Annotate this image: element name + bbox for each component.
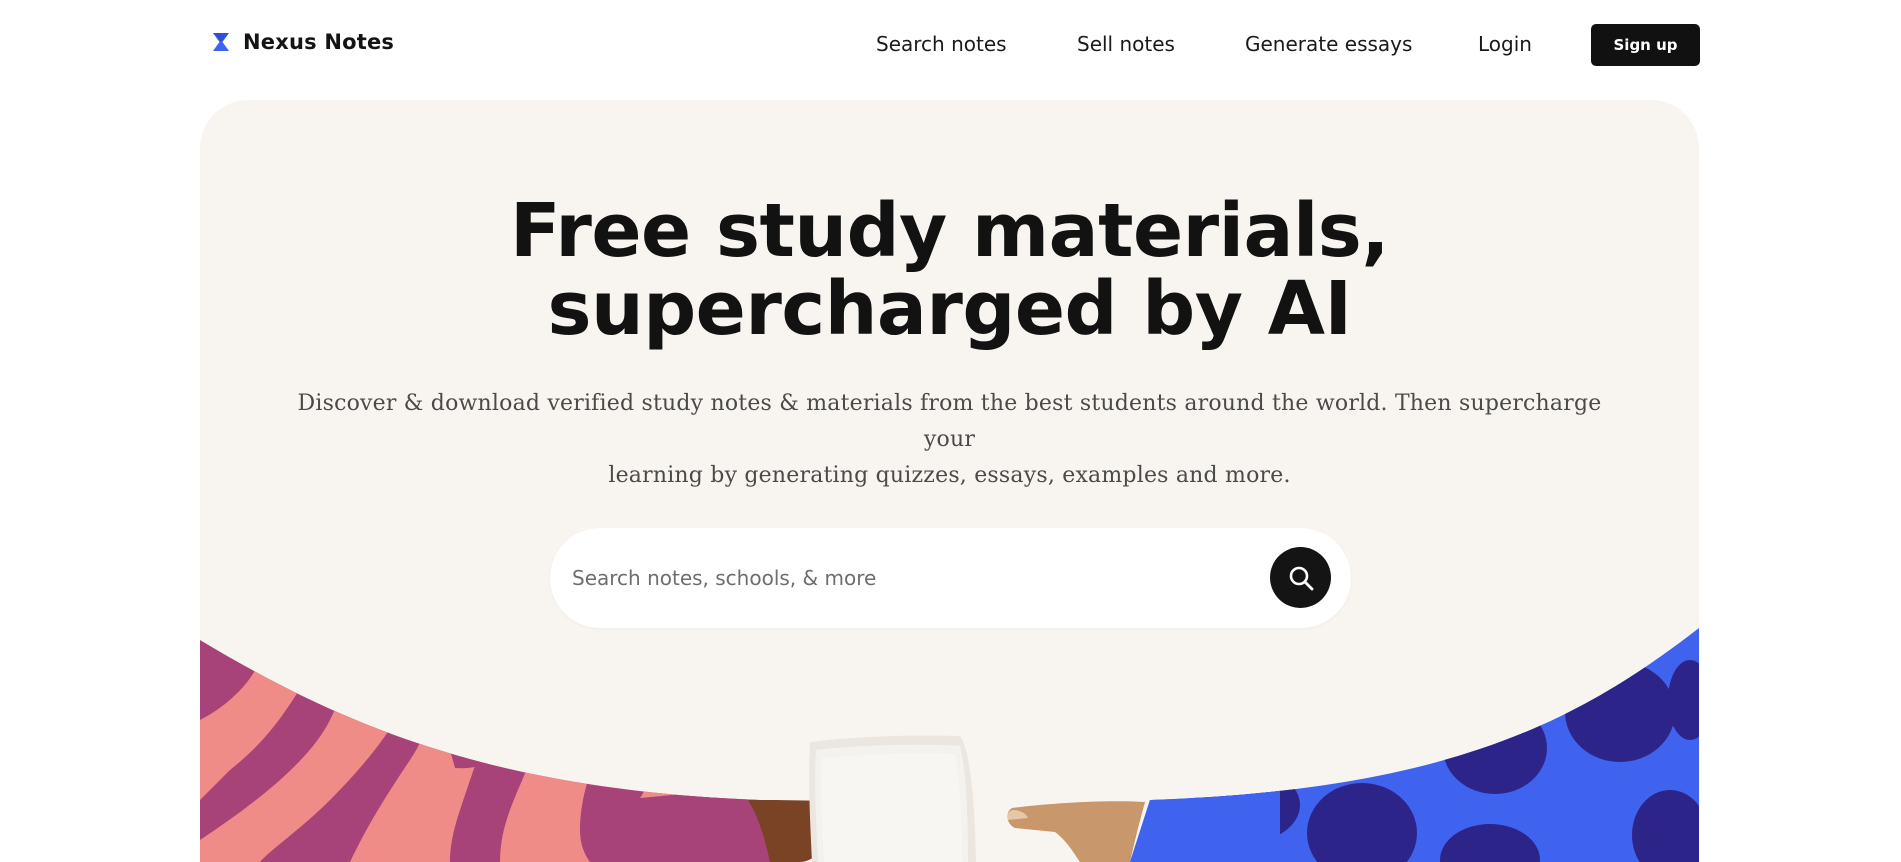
- nav-generate-essays[interactable]: Generate essays: [1245, 32, 1412, 56]
- right-hand: [1007, 801, 1145, 862]
- site-header: Nexus Notes Search notes Sell notes Gene…: [0, 0, 1901, 90]
- nav-sell-notes[interactable]: Sell notes: [1077, 32, 1175, 56]
- hero-subtitle: Discover & download verified study notes…: [290, 386, 1609, 494]
- search-icon: [1289, 566, 1313, 590]
- search-button[interactable]: [1270, 547, 1331, 608]
- signup-button[interactable]: Sign up: [1591, 24, 1700, 66]
- hero-section: Free study materials, supercharged by AI…: [200, 100, 1699, 862]
- nav-login[interactable]: Login: [1478, 32, 1532, 56]
- hero-headline: Free study materials, supercharged by AI: [200, 192, 1699, 348]
- subtitle-line-2: learning by generating quizzes, essays, …: [608, 463, 1291, 488]
- nav-search-notes[interactable]: Search notes: [876, 32, 1007, 56]
- hero-search-bar: [550, 528, 1351, 628]
- headline-line-2: supercharged by AI: [547, 266, 1352, 352]
- headline-line-1: Free study materials,: [510, 188, 1389, 274]
- search-input[interactable]: [572, 558, 1252, 598]
- right-dot-pattern: [1130, 628, 1699, 862]
- paper-stack: [809, 735, 976, 862]
- subtitle-line-1: Discover & download verified study notes…: [297, 391, 1602, 452]
